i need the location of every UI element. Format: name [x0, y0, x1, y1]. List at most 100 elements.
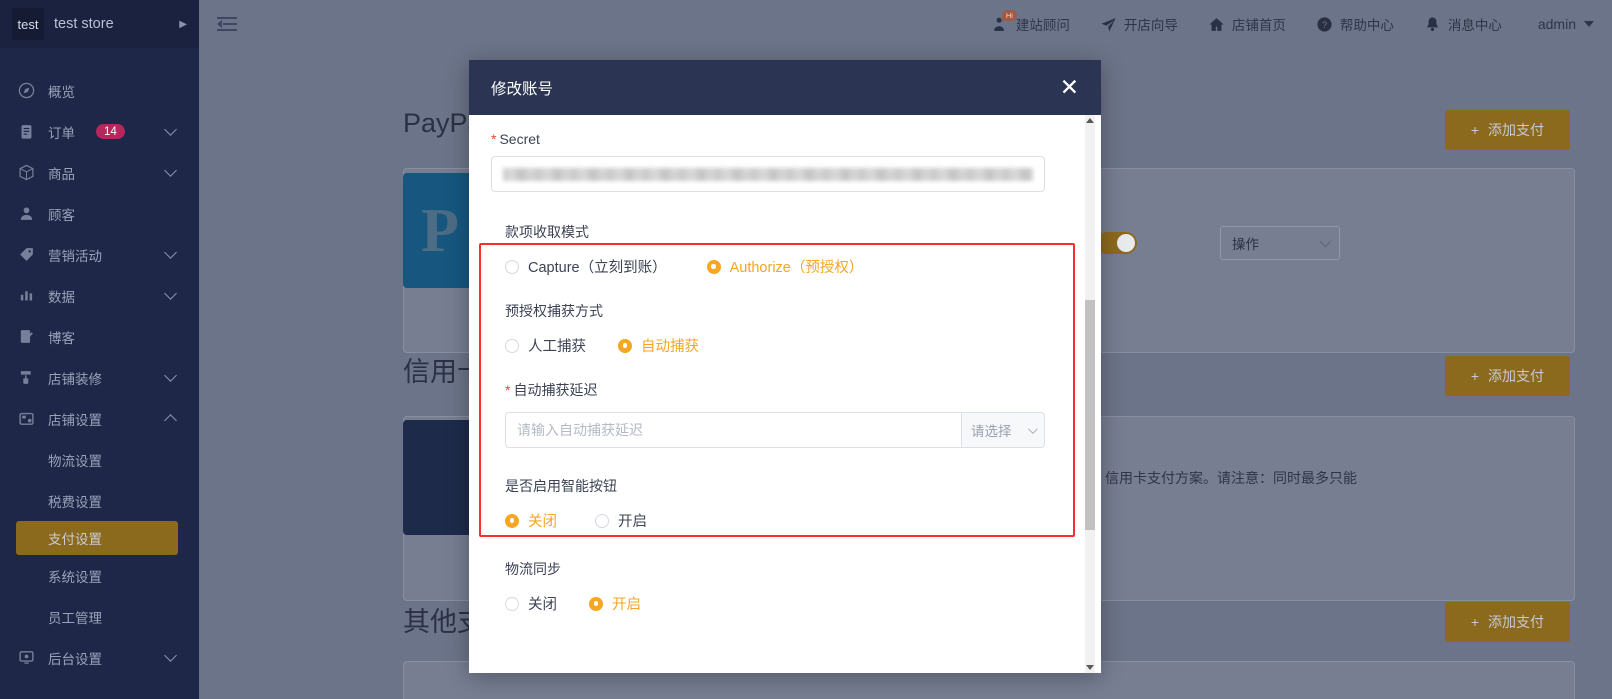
creditcard-note: 信用卡支付方案。请注意：同时最多只能 [1105, 470, 1357, 486]
scroll-down-arrow-icon[interactable] [1086, 665, 1094, 670]
capture-mode-group: 款项收取模式 Capture（立刻到账） Authorize（预授权） [491, 222, 1069, 277]
logistics-sync-label: 物流同步 [505, 561, 561, 577]
radio-label: 关闭 [528, 597, 557, 613]
modal-scrollbar[interactable] [1085, 115, 1095, 673]
smart-button-group: 是否启用智能按钮 关闭 开启 [491, 476, 1069, 531]
add-payment-button-paypal[interactable]: + 添加支付 [1444, 110, 1570, 150]
sidebar-item-store-design[interactable]: 店铺装修 [0, 357, 199, 398]
sidebar-item-label: 营销活动 [48, 248, 102, 264]
radio-smart-button-on[interactable]: 开启 [595, 510, 647, 531]
radio-dot-selected-icon [706, 259, 721, 274]
add-payment-button-creditcard[interactable]: + 添加支付 [1444, 356, 1570, 396]
topbar-link-label: 开店向导 [1123, 18, 1178, 33]
scrollbar-thumb[interactable] [1085, 300, 1095, 530]
topbar-link-advisor[interactable]: Hi 建站顾问 [992, 10, 1070, 34]
radio-dot-selected-icon [505, 513, 519, 528]
sidebar-item-customers[interactable]: 顾客 [0, 193, 199, 234]
radio-logistics-on[interactable]: 开启 [589, 593, 641, 614]
bar-chart-icon [18, 287, 35, 304]
sidebar-subitem-label: 税费设置 [48, 494, 102, 510]
smart-button-label: 是否启用智能按钮 [505, 478, 617, 494]
sidebar-item-label: 后台设置 [48, 651, 102, 667]
hamburger-collapse-icon[interactable] [217, 16, 237, 32]
brand-store-name: test store [54, 16, 114, 32]
sidebar-item-products[interactable]: 商品 [0, 152, 199, 193]
unit-select-value: 请选择 [971, 424, 1012, 439]
sidebar-item-overview[interactable]: 概览 [0, 70, 199, 111]
sidebar-subitem-system[interactable]: 系统设置 [0, 555, 199, 596]
chevron-up-icon [164, 414, 177, 427]
radio-dot-icon [505, 338, 519, 353]
sidebar-subitem-tax[interactable]: 税费设置 [0, 480, 199, 521]
plus-icon: + [1470, 122, 1479, 138]
smart-button-options: 关闭 开启 [505, 510, 1069, 531]
plus-icon: + [1470, 614, 1479, 630]
question-circle-icon: ? [1317, 16, 1332, 32]
toggle-knob [1117, 234, 1135, 252]
capture-mode-label: 款项收取模式 [505, 224, 589, 240]
radio-smart-button-off[interactable]: 关闭 [505, 510, 557, 531]
auto-capture-delay-label: 自动捕获延迟 [513, 382, 598, 398]
sidebar: test test store ▶ 概览 订单 14 商品 顾客 营销活动 数据… [0, 0, 199, 699]
topbar-links: Hi 建站顾问 开店向导 店铺首页 ? 帮助中心 消息中心 admin [962, 10, 1612, 34]
topbar-link-label: 店铺首页 [1231, 18, 1286, 33]
app-root: test test store ▶ 概览 订单 14 商品 顾客 营销活动 数据… [0, 0, 1612, 699]
radio-label: 开启 [618, 514, 647, 530]
close-x-icon[interactable]: ✕ [1060, 76, 1079, 99]
auto-capture-delay-input[interactable]: 请输入自动捕获延迟 [505, 412, 961, 448]
sidebar-nav: 概览 订单 14 商品 顾客 营销活动 数据 博客 店铺装修 店铺设置 物流设置… [0, 48, 199, 678]
radio-capture-immediate[interactable]: Capture（立刻到账） [505, 256, 667, 277]
chevron-down-icon [1027, 423, 1038, 434]
play-triangle-icon: ▶ [179, 18, 187, 30]
modal-title: 修改账号 [491, 80, 554, 98]
scroll-up-arrow-icon[interactable] [1086, 118, 1094, 123]
sidebar-item-label: 数据 [48, 289, 75, 305]
topbar-link-guide[interactable]: 开店向导 [1100, 14, 1178, 34]
radio-dot-icon [595, 513, 609, 528]
sidebar-item-orders[interactable]: 订单 14 [0, 111, 199, 152]
bell-icon [1426, 16, 1439, 31]
paypal-enable-toggle[interactable] [1096, 232, 1137, 254]
clipboard-icon [18, 123, 35, 140]
plus-icon: + [1470, 368, 1479, 384]
topbar-link-messages[interactable]: 消息中心 [1424, 14, 1502, 34]
add-payment-button-other[interactable]: + 添加支付 [1444, 602, 1570, 642]
modal-body: * Secret 款项收取模式 Capture（立刻到账） Authorize（预 [469, 115, 1101, 673]
sidebar-subitem-label: 物流设置 [48, 453, 102, 469]
auto-capture-delay-unit-select[interactable]: 请选择 [961, 412, 1045, 448]
topbar-link-help[interactable]: ? 帮助中心 [1316, 14, 1394, 34]
radio-logistics-off[interactable]: 关闭 [505, 593, 557, 614]
box-icon [18, 164, 35, 181]
compass-icon [18, 82, 35, 99]
radio-dot-selected-icon [589, 596, 603, 611]
secret-input[interactable] [491, 156, 1045, 192]
sidebar-item-blog[interactable]: 博客 [0, 316, 199, 357]
user-menu[interactable]: admin [1538, 16, 1594, 32]
radio-capture-authorize[interactable]: Authorize（预授权） [706, 256, 863, 277]
sidebar-subitem-payment[interactable]: 支付设置 [16, 521, 178, 555]
brand-header[interactable]: test test store ▶ [0, 0, 199, 48]
radio-dot-icon [505, 596, 519, 611]
topbar-link-storefront[interactable]: 店铺首页 [1208, 14, 1286, 34]
sidebar-item-backend-settings[interactable]: 后台设置 [0, 637, 199, 678]
sidebar-item-marketing[interactable]: 营销活动 [0, 234, 199, 275]
sidebar-subitem-logistics[interactable]: 物流设置 [0, 439, 199, 480]
brand-logo: test [12, 8, 44, 40]
radio-auto-capture[interactable]: 自动捕获 [618, 335, 699, 356]
sidebar-item-data[interactable]: 数据 [0, 275, 199, 316]
paper-plane-icon [1101, 17, 1116, 32]
sidebar-subitem-staff[interactable]: 员工管理 [0, 596, 199, 637]
chevron-down-icon [164, 246, 177, 259]
radio-label: 人工捕获 [528, 339, 586, 355]
radio-manual-capture[interactable]: 人工捕获 [505, 335, 586, 356]
paypal-operation-select[interactable]: 操作 [1220, 226, 1340, 260]
user-icon [18, 205, 35, 222]
radio-label: Capture（立刻到账） [528, 260, 667, 276]
sidebar-item-store-settings[interactable]: 店铺设置 [0, 398, 199, 439]
svg-text:?: ? [1322, 20, 1327, 30]
home-icon [1209, 17, 1224, 31]
sidebar-item-label: 店铺设置 [48, 412, 102, 428]
note-icon [18, 328, 35, 345]
required-star-icon: * [491, 131, 497, 147]
chevron-down-icon [164, 287, 177, 300]
